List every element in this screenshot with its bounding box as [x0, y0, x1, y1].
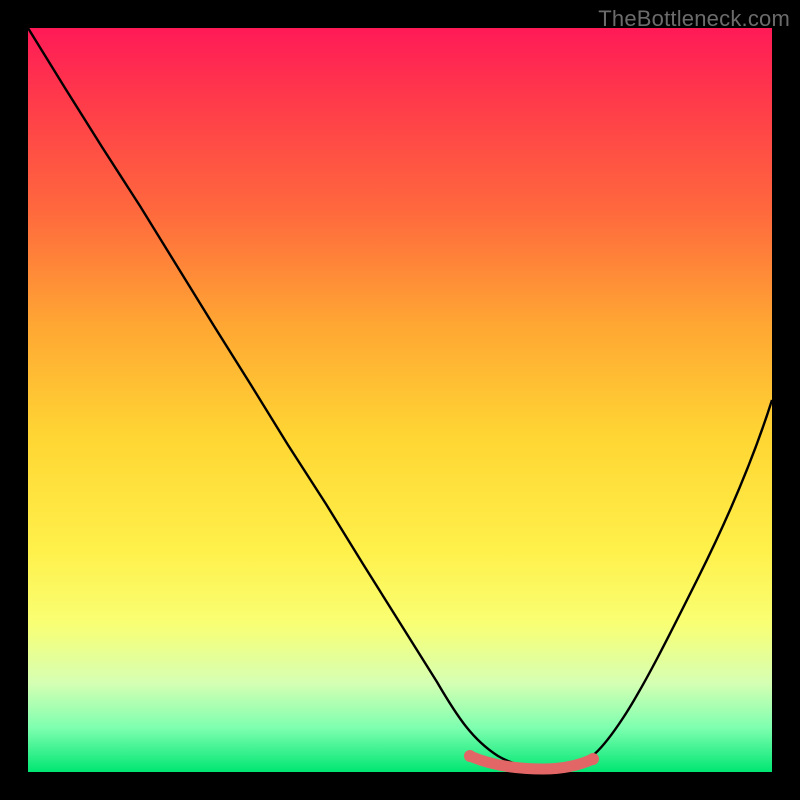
plot-area — [28, 28, 772, 772]
chart-frame: TheBottleneck.com — [0, 0, 800, 800]
accent-segment — [470, 756, 593, 769]
accent-start-dot — [464, 750, 476, 762]
watermark-text: TheBottleneck.com — [598, 6, 790, 32]
curve-svg — [28, 28, 772, 772]
bottleneck-curve — [28, 28, 772, 769]
accent-end-dot — [587, 753, 599, 765]
